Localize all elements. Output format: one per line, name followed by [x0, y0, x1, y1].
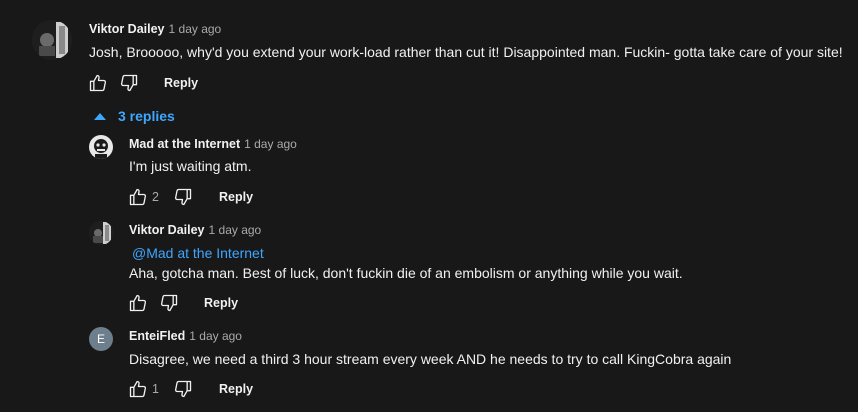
- reply-timestamp[interactable]: 1 day ago: [189, 329, 242, 343]
- dislike-button[interactable]: [119, 73, 139, 93]
- thumbs-up-icon: [89, 74, 107, 92]
- like-button[interactable]: [128, 293, 148, 313]
- avatar-image: [32, 20, 72, 60]
- avatar-enteifled[interactable]: E: [89, 327, 113, 351]
- avatar-viktor-dailey[interactable]: [32, 20, 72, 60]
- dislike-button[interactable]: [173, 187, 193, 207]
- reply-button[interactable]: Reply: [204, 296, 238, 310]
- caret-up-icon: [94, 113, 106, 120]
- replies-count: 3 replies: [118, 108, 175, 124]
- author-name[interactable]: Viktor Dailey: [89, 22, 165, 36]
- avatar-mad-at-the-internet[interactable]: [89, 135, 113, 159]
- author-name[interactable]: Mad at the Internet: [129, 137, 240, 151]
- reply-author[interactable]: Viktor Dailey 1 day ago: [129, 223, 261, 237]
- avatar-image: [89, 135, 113, 159]
- reply-timestamp[interactable]: 1 day ago: [209, 223, 262, 237]
- thumbs-up-icon: [129, 188, 147, 206]
- dislike-button[interactable]: [173, 379, 193, 399]
- thumbs-down-icon: [120, 74, 138, 92]
- reply-author[interactable]: EnteiFled 1 day ago: [129, 329, 242, 343]
- author-name[interactable]: EnteiFled: [129, 329, 185, 343]
- reply-button[interactable]: Reply: [219, 382, 253, 396]
- comment-text: Josh, Brooooo, why'd you extend your wor…: [89, 44, 843, 60]
- reply-timestamp[interactable]: 1 day ago: [244, 137, 297, 151]
- thumbs-down-icon: [174, 188, 192, 206]
- like-button[interactable]: [128, 187, 148, 207]
- like-count: 2: [152, 190, 159, 204]
- avatar-image: [89, 221, 113, 245]
- reply-button[interactable]: Reply: [219, 190, 253, 204]
- reply-author[interactable]: Mad at the Internet 1 day ago: [129, 137, 297, 151]
- thumbs-up-icon: [129, 380, 147, 398]
- thumbs-down-icon: [160, 294, 178, 312]
- like-count: 1: [152, 382, 159, 396]
- author-name[interactable]: Viktor Dailey: [129, 223, 205, 237]
- reply-text: I'm just waiting atm.: [129, 158, 252, 174]
- avatar-viktor-dailey[interactable]: [89, 221, 113, 245]
- reply-text: Aha, gotcha man. Best of luck, don't fuc…: [129, 265, 683, 281]
- reply-text: Disagree, we need a third 3 hour stream …: [129, 351, 732, 367]
- thumbs-down-icon: [174, 380, 192, 398]
- replies-toggle-button[interactable]: 3 replies: [94, 108, 175, 124]
- comment-timestamp[interactable]: 1 day ago: [169, 22, 222, 36]
- avatar-letter: E: [96, 332, 105, 346]
- comment-author[interactable]: Viktor Dailey 1 day ago: [89, 22, 221, 36]
- like-button[interactable]: [88, 73, 108, 93]
- mention-link[interactable]: @Mad at the Internet: [132, 245, 264, 261]
- dislike-button[interactable]: [159, 293, 179, 313]
- thumbs-up-icon: [129, 294, 147, 312]
- like-button[interactable]: [128, 379, 148, 399]
- reply-button[interactable]: Reply: [164, 76, 198, 90]
